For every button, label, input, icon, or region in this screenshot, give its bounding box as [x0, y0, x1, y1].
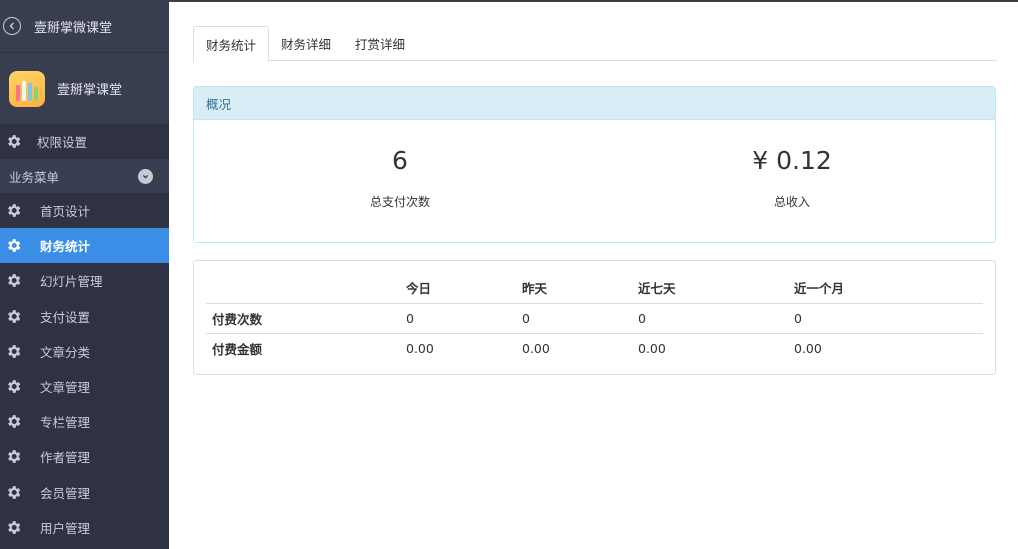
sidebar-item-label: 权限设置 [37, 135, 88, 150]
gear-icon [8, 520, 21, 534]
row-label: 付费金额 [206, 332, 400, 363]
table-row: 付费次数 0 0 0 0 [206, 303, 983, 333]
sidebar-item-author-manage[interactable]: 作者管理 [0, 439, 169, 474]
sidebar: 壹掰掌微课堂 壹掰掌课堂 权限设置 业务菜单 首页设计财务统计幻灯片管理支付设置… [0, 0, 169, 549]
gear-icon [8, 309, 21, 323]
sidebar-item-column-manage[interactable]: 专栏管理 [0, 404, 169, 439]
table-cell: 0 [406, 310, 414, 326]
sidebar-group-label: 业务菜单 [9, 169, 60, 185]
brand-block: 壹掰掌课堂 [0, 52, 169, 124]
sidebar-item-finance-stats[interactable]: 财务统计 [0, 228, 169, 264]
table-cell: 0 [794, 310, 802, 326]
sidebar-item-payment-settings[interactable]: 支付设置 [0, 299, 169, 334]
sidebar-item-member-manage[interactable]: 会员管理 [0, 475, 169, 510]
brand-name: 壹掰掌课堂 [57, 83, 123, 98]
column-header: 今日 [400, 273, 516, 304]
sidebar-item-label: 作者管理 [40, 450, 91, 466]
main-content: 财务统计 财务详细 打赏详细 概况 6 总支付次数 ¥ 0.12 总收入 今日 … [169, 0, 1018, 549]
tab-finance-stats[interactable]: 财务统计 [193, 26, 270, 62]
sidebar-item-label: 幻灯片管理 [40, 274, 103, 290]
gear-icon [8, 450, 21, 464]
sidebar-item-article-manage[interactable]: 文章管理 [0, 369, 169, 404]
sidebar-item-label: 财务统计 [40, 239, 91, 255]
table-cell: 0 [522, 310, 530, 326]
sidebar-item-permissions[interactable]: 权限设置 [0, 124, 169, 159]
sidebar-header: 壹掰掌微课堂 [0, 0, 169, 52]
column-header: 近七天 [632, 273, 788, 304]
sidebar-item-label: 专栏管理 [40, 415, 91, 431]
overview-title: 概况 [194, 87, 995, 120]
stat-payment-count: 6 总支付次数 [250, 143, 550, 210]
sidebar-group-business[interactable]: 业务菜单 [0, 159, 169, 193]
table-cell: 0.00 [788, 332, 983, 363]
table-cell: 0.00 [516, 332, 632, 363]
income-label: 总收入 [773, 195, 810, 209]
stat-income: ¥ 0.12 总收入 [642, 143, 942, 210]
app-title: 壹掰掌微课堂 [34, 20, 113, 36]
payment-count-label: 总支付次数 [369, 195, 430, 209]
column-header: 昨天 [516, 273, 632, 304]
payment-count-value: 6 [392, 146, 408, 175]
gear-icon [8, 344, 21, 358]
row-label: 付费次数 [212, 311, 263, 327]
gear-icon [8, 239, 21, 253]
sidebar-item-home-design[interactable]: 首页设计 [0, 193, 169, 228]
table-header-row: 今日 昨天 近七天 近一个月 [206, 273, 983, 304]
stats-table: 今日 昨天 近七天 近一个月 付费次数 0 0 0 0 付费金额 0.00 0. [206, 273, 983, 363]
gear-icon [8, 380, 21, 393]
overview-panel: 概况 6 总支付次数 ¥ 0.12 总收入 [193, 86, 996, 243]
tab-finance-detail[interactable]: 财务详细 [269, 26, 343, 61]
table-cell: 0.00 [400, 332, 516, 363]
column-header: 近一个月 [788, 273, 983, 304]
brand-logo [9, 70, 45, 107]
chevron-down-icon [138, 168, 153, 184]
sidebar-item-label: 支付设置 [40, 309, 91, 325]
column-header [206, 273, 400, 304]
sidebar-item-label: 文章管理 [40, 380, 91, 396]
tab-reward-detail[interactable]: 打赏详细 [343, 26, 417, 61]
sidebar-item-article-category[interactable]: 文章分类 [0, 334, 169, 369]
table-cell: 0 [638, 310, 646, 326]
sidebar-item-label: 会员管理 [40, 485, 91, 501]
back-icon[interactable] [3, 17, 21, 35]
gear-icon [8, 415, 21, 429]
sidebar-item-label: 首页设计 [40, 204, 91, 220]
gear-icon [8, 485, 21, 499]
sidebar-item-slideshow[interactable]: 幻灯片管理 [0, 263, 169, 298]
sidebar-item-label: 文章分类 [40, 344, 91, 360]
income-value: ¥ 0.12 [752, 146, 832, 175]
gear-icon [8, 135, 21, 148]
table-row: 付费金额 0.00 0.00 0.00 0.00 [206, 332, 983, 363]
sidebar-item-label: 用户管理 [40, 520, 91, 536]
sidebar-item-user-manage[interactable]: 用户管理 [0, 510, 169, 545]
tab-bar: 财务统计 财务详细 打赏详细 [193, 26, 997, 62]
table-cell: 0.00 [632, 332, 788, 363]
gear-icon [8, 274, 21, 288]
gear-icon [8, 204, 21, 217]
stats-table-panel: 今日 昨天 近七天 近一个月 付费次数 0 0 0 0 付费金额 0.00 0. [193, 260, 996, 375]
